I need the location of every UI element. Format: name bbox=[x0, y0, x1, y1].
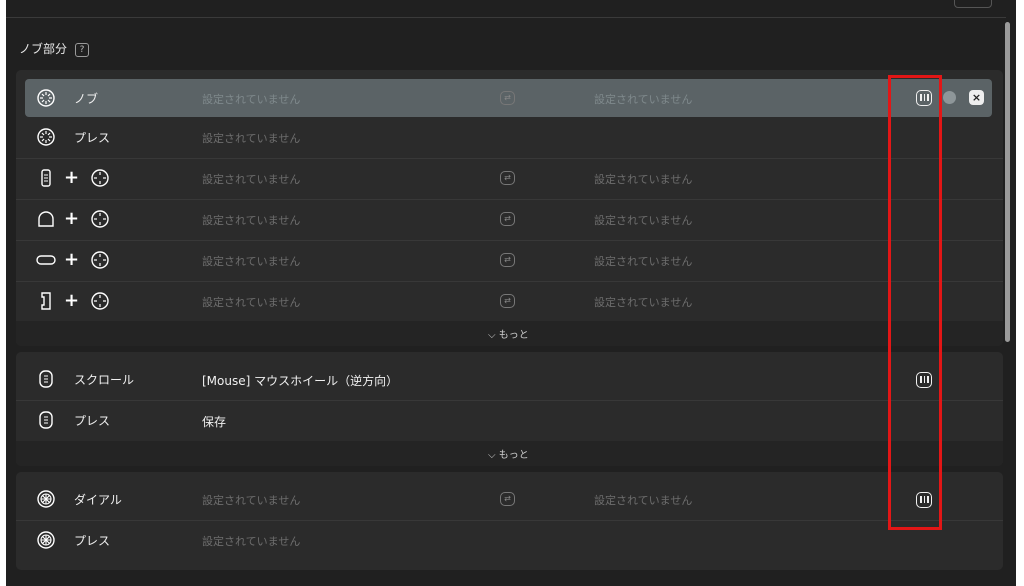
row-label: プレス bbox=[74, 414, 111, 428]
action-field-reverse[interactable]: 設定されていません bbox=[594, 171, 692, 187]
plus-sign: + bbox=[64, 290, 80, 311]
knob-icon bbox=[90, 250, 110, 270]
action-type-icon[interactable] bbox=[916, 492, 932, 508]
action-field-reverse[interactable]: 設定されていません bbox=[594, 492, 692, 508]
plus-sign: + bbox=[64, 249, 80, 270]
action-type-icon[interactable] bbox=[916, 372, 932, 388]
scroll-group: スクロール [Mouse] マウスホイール（逆方向） プレス 保存 ⌵ もっと bbox=[16, 352, 1003, 466]
action-field[interactable]: 設定されていません bbox=[202, 91, 300, 107]
help-icon[interactable]: ? bbox=[75, 43, 90, 57]
more-toggle[interactable]: ⌵ もっと bbox=[16, 321, 1003, 346]
knob-icon bbox=[90, 291, 110, 311]
action-field-reverse[interactable]: 設定されていません bbox=[594, 91, 692, 107]
header-button[interactable] bbox=[954, 0, 992, 8]
action-field-reverse[interactable]: 設定されていません bbox=[594, 212, 692, 228]
arch-key-icon bbox=[36, 209, 56, 229]
dial-icon bbox=[36, 530, 56, 550]
row-scroll-press[interactable]: プレス 保存 bbox=[16, 401, 1003, 441]
row-label: ノブ bbox=[74, 92, 99, 106]
row-label: プレス bbox=[74, 131, 111, 145]
action-field[interactable]: 保存 bbox=[202, 413, 226, 430]
swap-icon[interactable]: ⇄ bbox=[500, 91, 515, 105]
action-type-icon[interactable] bbox=[916, 90, 932, 106]
more-link[interactable]: ⌵ もっと bbox=[488, 446, 529, 461]
action-field[interactable]: 設定されていません bbox=[202, 294, 300, 310]
action-field-reverse[interactable]: 設定されていません bbox=[594, 294, 692, 310]
action-field[interactable]: 設定されていません bbox=[202, 253, 300, 269]
more-label: もっと bbox=[498, 330, 529, 341]
action-field[interactable]: 設定されていません bbox=[202, 171, 300, 187]
action-field[interactable]: 設定されていません bbox=[202, 130, 300, 146]
scroll-wheel-icon bbox=[36, 410, 56, 430]
swap-icon[interactable]: ⇄ bbox=[500, 171, 515, 185]
plus-sign: + bbox=[64, 208, 80, 229]
knob-icon bbox=[90, 209, 110, 229]
toggle-icon[interactable] bbox=[943, 91, 956, 104]
knob-icon bbox=[36, 127, 56, 147]
row-knob-rotate[interactable]: ノブ 設定されていません ⇄ 設定されていません × bbox=[25, 79, 992, 117]
row-dial-press[interactable]: プレス 設定されていません bbox=[16, 521, 1003, 561]
action-field[interactable]: [Mouse] マウスホイール（逆方向） bbox=[202, 372, 398, 389]
row-label: プレス bbox=[74, 534, 111, 548]
scrollbar[interactable] bbox=[1005, 22, 1010, 342]
row-label: スクロール bbox=[74, 373, 135, 387]
row-combo-arch[interactable]: + 設定されていません ⇄ 設定されていません bbox=[16, 200, 1003, 241]
more-toggle[interactable]: ⌵ もっと bbox=[16, 441, 1003, 466]
header-bar bbox=[6, 0, 1006, 18]
more-link[interactable]: ⌵ もっと bbox=[488, 326, 529, 341]
action-field[interactable]: 設定されていません bbox=[202, 492, 300, 508]
row-combo-bracket[interactable]: + 設定されていません ⇄ 設定されていません bbox=[16, 282, 1003, 322]
row-combo-pill[interactable]: + 設定されていません ⇄ 設定されていません bbox=[16, 241, 1003, 282]
bracket-key-icon bbox=[36, 291, 56, 311]
close-button[interactable]: × bbox=[969, 90, 984, 105]
dial-group: ダイアル 設定されていません ⇄ 設定されていません プレス 設定されていません bbox=[16, 472, 1003, 570]
row-dial[interactable]: ダイアル 設定されていません ⇄ 設定されていません bbox=[16, 480, 1003, 521]
row-knob-press[interactable]: プレス 設定されていません bbox=[16, 118, 1003, 159]
dial-icon bbox=[36, 489, 56, 509]
swap-icon[interactable]: ⇄ bbox=[500, 212, 515, 226]
row-scroll[interactable]: スクロール [Mouse] マウスホイール（逆方向） bbox=[16, 360, 1003, 401]
knob-icon bbox=[90, 168, 110, 188]
bar-key-icon bbox=[36, 168, 56, 188]
knob-group: ノブ 設定されていません ⇄ 設定されていません × プレス 設定されていません… bbox=[16, 70, 1003, 346]
action-field[interactable]: 設定されていません bbox=[202, 212, 300, 228]
row-label: ダイアル bbox=[74, 493, 122, 507]
action-field[interactable]: 設定されていません bbox=[202, 533, 300, 549]
swap-icon[interactable]: ⇄ bbox=[500, 492, 515, 506]
section-title: ノブ部分? bbox=[19, 40, 90, 57]
row-combo-bar[interactable]: + 設定されていません ⇄ 設定されていません bbox=[16, 159, 1003, 200]
swap-icon[interactable]: ⇄ bbox=[500, 294, 515, 308]
section-title-text: ノブ部分 bbox=[19, 42, 68, 56]
action-field-reverse[interactable]: 設定されていません bbox=[594, 253, 692, 269]
plus-sign: + bbox=[64, 167, 80, 188]
knob-icon bbox=[36, 88, 56, 108]
more-label: もっと bbox=[498, 450, 529, 461]
scroll-wheel-icon bbox=[36, 369, 56, 389]
swap-icon[interactable]: ⇄ bbox=[500, 253, 515, 267]
pill-key-icon bbox=[36, 250, 56, 270]
app-window: ノブ部分? ノブ 設定されていません ⇄ 設定されていません × プレス 設定さ… bbox=[6, 0, 1016, 586]
